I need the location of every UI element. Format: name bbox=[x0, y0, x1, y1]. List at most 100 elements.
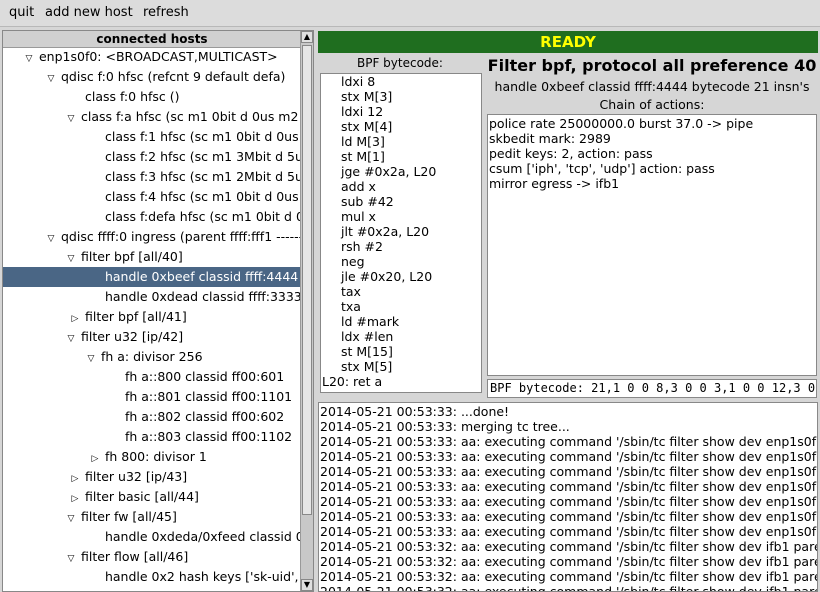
menu-bar: quit add new host refresh bbox=[0, 0, 820, 27]
log-panel[interactable]: 2014-05-21 00:53:33: ...done! 2014-05-21 … bbox=[318, 402, 818, 592]
tree-item-label: fh 800: divisor 1 bbox=[101, 449, 207, 464]
action-item: mirror egress -> ifb1 bbox=[489, 176, 620, 191]
quit-menu-item[interactable]: quit bbox=[9, 5, 34, 20]
scrollbar-thumb[interactable] bbox=[302, 45, 312, 515]
collapse-triangle-icon[interactable]: ▷ bbox=[69, 489, 81, 507]
action-item: skbedit mark: 2989 bbox=[489, 131, 611, 146]
refresh-menu-item[interactable]: refresh bbox=[143, 5, 189, 20]
log-line: 2014-05-21 00:53:33: aa: executing comma… bbox=[320, 479, 818, 494]
tree-item[interactable]: ▽ enp1s0f0: <BROADCAST,MULTICAST> bbox=[3, 47, 301, 67]
tree-item[interactable]: fh a::801 classid ff00:1101 bbox=[3, 387, 301, 407]
bpf-bytecode-label: BPF bytecode: bbox=[357, 56, 443, 70]
tree-item-label: fh a: divisor 256 bbox=[97, 349, 203, 364]
tree-item[interactable]: class f:1 hfsc (sc m1 0bit d 0us bbox=[3, 127, 301, 147]
log-line: 2014-05-21 00:53:33: aa: executing comma… bbox=[320, 434, 818, 449]
tree-item-label: fh a::801 classid ff00:1101 bbox=[121, 389, 293, 404]
log-line: 2014-05-21 00:53:33: merging tc tree... bbox=[320, 419, 570, 434]
tree-item[interactable]: handle 0xdead classid ffff:3333 bbox=[3, 287, 301, 307]
tree-item-label: qdisc f:0 hfsc (refcnt 9 default defa) bbox=[57, 69, 286, 84]
tree-item[interactable]: fh a::803 classid ff00:1102 bbox=[3, 427, 301, 447]
collapse-triangle-icon[interactable]: ▷ bbox=[69, 309, 81, 327]
action-item: csum ['iph', 'tcp', 'udp'] action: pass bbox=[489, 161, 715, 176]
tree-item[interactable]: handle 0xdeda/0xfeed classid 0 bbox=[3, 527, 301, 547]
expand-triangle-icon[interactable]: ▽ bbox=[23, 49, 35, 67]
tree-item[interactable]: ▽ fh a: divisor 256 bbox=[3, 347, 301, 367]
tree-item[interactable]: ▽ filter flow [all/46] bbox=[3, 547, 301, 567]
scroll-down-arrow-icon[interactable]: ▼ bbox=[301, 579, 313, 591]
tree-item-label: filter fw [all/45] bbox=[77, 509, 177, 524]
bpf-bytecode-field[interactable]: BPF bytecode: 21,1 0 0 8,3 0 0 3,1 0 0 1… bbox=[487, 379, 817, 398]
tree-item-label: fh a::803 classid ff00:1102 bbox=[121, 429, 293, 444]
log-line: 2014-05-21 00:53:32: aa: executing comma… bbox=[320, 554, 818, 569]
expand-triangle-icon[interactable]: ▽ bbox=[65, 109, 77, 127]
tree-item[interactable]: class f:2 hfsc (sc m1 3Mbit d 5u bbox=[3, 147, 301, 167]
tree-item-label: class f:4 hfsc (sc m1 0bit d 0us bbox=[101, 189, 299, 204]
expand-triangle-icon[interactable]: ▽ bbox=[65, 509, 77, 527]
tree-header[interactable]: connected hosts bbox=[3, 31, 301, 48]
tree-item-label: handle 0x2 hash keys ['sk-uid', ' bbox=[101, 569, 301, 584]
expand-triangle-icon[interactable]: ▽ bbox=[65, 249, 77, 267]
scroll-up-arrow-icon[interactable]: ▲ bbox=[301, 31, 313, 43]
tree-item-label: class f:1 hfsc (sc m1 0bit d 0us bbox=[101, 129, 299, 144]
tree-item[interactable]: ▽ class f:a hfsc (sc m1 0bit d 0us m2 bbox=[3, 107, 301, 127]
log-line: 2014-05-21 00:53:32: aa: executing comma… bbox=[320, 539, 818, 554]
log-line: 2014-05-21 00:53:33: aa: executing comma… bbox=[320, 524, 818, 539]
tree-item-label: fh a::802 classid ff00:602 bbox=[121, 409, 285, 424]
tree-item[interactable]: fh a::800 classid ff00:601 bbox=[3, 367, 301, 387]
filter-title: Filter bpf, protocol all preference 40 bbox=[487, 56, 817, 75]
tree-item[interactable]: class f:4 hfsc (sc m1 0bit d 0us bbox=[3, 187, 301, 207]
tree-item-label: qdisc ffff:0 ingress (parent ffff:fff1 -… bbox=[57, 229, 301, 244]
action-item: pedit keys: 2, action: pass bbox=[489, 146, 653, 161]
tree-item[interactable]: ▽ filter fw [all/45] bbox=[3, 507, 301, 527]
tree-item[interactable]: class f:0 hfsc () bbox=[3, 87, 301, 107]
tree-scrollbar[interactable]: ▲ ▼ bbox=[300, 31, 313, 591]
expand-triangle-icon[interactable]: ▽ bbox=[65, 329, 77, 347]
tree-item-label: class f:2 hfsc (sc m1 3Mbit d 5u bbox=[101, 149, 301, 164]
expand-triangle-icon[interactable]: ▽ bbox=[45, 69, 57, 87]
tree-item[interactable]: ▽ filter bpf [all/40] bbox=[3, 247, 301, 267]
tree-item[interactable]: ▷ filter u32 [ip/43] bbox=[3, 467, 301, 487]
filter-subtitle: handle 0xbeef classid ffff:4444 bytecode… bbox=[494, 79, 810, 94]
log-line: 2014-05-21 00:53:33: aa: executing comma… bbox=[320, 509, 818, 524]
log-line: 2014-05-21 00:53:33: aa: executing comma… bbox=[320, 464, 818, 479]
tree-item-label: filter bpf [all/40] bbox=[77, 249, 183, 264]
log-line: 2014-05-21 00:53:32: aa: executing comma… bbox=[320, 569, 818, 584]
tree-item-label: class f:3 hfsc (sc m1 2Mbit d 5u bbox=[101, 169, 301, 184]
tree-item[interactable]: handle 0xbeef classid ffff:4444 b bbox=[3, 267, 301, 287]
collapse-triangle-icon[interactable]: ▷ bbox=[69, 469, 81, 487]
tree-item[interactable]: fh a::802 classid ff00:602 bbox=[3, 407, 301, 427]
tree-item-label: filter u32 [ip/42] bbox=[77, 329, 184, 344]
connected-hosts-panel: connected hosts ▽ enp1s0f0: <BROADCAST,M… bbox=[2, 30, 314, 592]
expand-triangle-icon[interactable]: ▽ bbox=[85, 349, 97, 367]
tree-item-label: handle 0xdeda/0xfeed classid 0 bbox=[101, 529, 301, 544]
tree-item[interactable]: handle 0x2 hash keys ['sk-uid', ' bbox=[3, 567, 301, 587]
log-line: 2014-05-21 00:53:33: ...done! bbox=[320, 404, 510, 419]
tree-item[interactable]: ▷ fh 800: divisor 1 bbox=[3, 447, 301, 467]
expand-triangle-icon[interactable]: ▽ bbox=[45, 229, 57, 247]
tree-item-label: class f:a hfsc (sc m1 0bit d 0us m2 bbox=[77, 109, 299, 124]
tree-item[interactable]: class f:defa hfsc (sc m1 0bit d 0 bbox=[3, 207, 301, 227]
chain-of-actions-box[interactable]: police rate 25000000.0 burst 37.0 -> pip… bbox=[487, 114, 817, 376]
bpf-instruction: L20: ret a bbox=[322, 374, 383, 389]
tree-item[interactable]: ▽ qdisc f:0 hfsc (refcnt 9 default defa) bbox=[3, 67, 301, 87]
chain-of-actions-label: Chain of actions: bbox=[599, 97, 705, 112]
bpf-bytecode-list[interactable]: ldxi 8 stx M[3] ldxi 12 stx M[4] ld M[3] st M… bbox=[320, 73, 482, 393]
tree-item-label: handle 0xdead classid ffff:3333 bbox=[101, 289, 301, 304]
tree-item-label: filter basic [all/44] bbox=[81, 489, 199, 504]
status-banner: READY bbox=[318, 31, 818, 53]
add-new-host-menu-item[interactable]: add new host bbox=[45, 5, 133, 20]
expand-triangle-icon[interactable]: ▽ bbox=[65, 549, 77, 567]
tree-item-label: class f:0 hfsc () bbox=[81, 89, 180, 104]
log-line: 2014-05-21 00:53:32: aa: executing comma… bbox=[320, 584, 818, 592]
tree-item-label: filter u32 [ip/43] bbox=[81, 469, 188, 484]
tree-item[interactable]: ▷ filter bpf [all/41] bbox=[3, 307, 301, 327]
tree-item-label: filter bpf [all/41] bbox=[81, 309, 187, 324]
action-item: police rate 25000000.0 burst 37.0 -> pip… bbox=[489, 116, 754, 131]
tree-item[interactable]: ▷ filter basic [all/44] bbox=[3, 487, 301, 507]
tree-item[interactable]: ▽ filter u32 [ip/42] bbox=[3, 327, 301, 347]
tree-item[interactable]: class f:3 hfsc (sc m1 2Mbit d 5u bbox=[3, 167, 301, 187]
collapse-triangle-icon[interactable]: ▷ bbox=[89, 449, 101, 467]
tree-item[interactable]: ▽ qdisc ffff:0 ingress (parent ffff:fff1… bbox=[3, 227, 301, 247]
tree-item-label: class f:defa hfsc (sc m1 0bit d 0 bbox=[101, 209, 301, 224]
log-line: 2014-05-21 00:53:33: aa: executing comma… bbox=[320, 449, 818, 464]
